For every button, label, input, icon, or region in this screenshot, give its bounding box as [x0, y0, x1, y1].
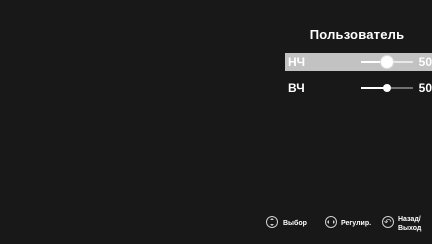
- menu-item-label: НЧ: [288, 55, 306, 69]
- return-icon: ↶: [382, 216, 394, 228]
- slider-knob[interactable]: [381, 56, 393, 68]
- hint-label-multiline: Назад/ Выход: [398, 215, 421, 233]
- bass-slider[interactable]: [361, 56, 413, 68]
- menu-title: Пользователь: [309, 27, 405, 42]
- tv-menu-screen: Пользователь НЧ 50 ВЧ 50 Выбор Регулир.: [0, 0, 432, 244]
- menu-item-treble[interactable]: ВЧ 50: [285, 79, 432, 97]
- hint-label: Регулир.: [341, 220, 372, 227]
- up-down-icon: [266, 216, 278, 228]
- menu-item-value: 50: [418, 81, 432, 95]
- hint-label-line1: Назад/: [398, 216, 421, 223]
- hint-label-line2: Выход: [398, 225, 422, 232]
- menu-item-label: ВЧ: [288, 81, 305, 95]
- slider-knob[interactable]: [383, 84, 391, 92]
- treble-slider[interactable]: [361, 84, 413, 92]
- left-right-icon: [325, 216, 337, 228]
- menu-item-bass[interactable]: НЧ 50: [285, 53, 432, 71]
- menu-item-value: 50: [418, 55, 432, 69]
- hint-label: Выбор: [283, 220, 307, 227]
